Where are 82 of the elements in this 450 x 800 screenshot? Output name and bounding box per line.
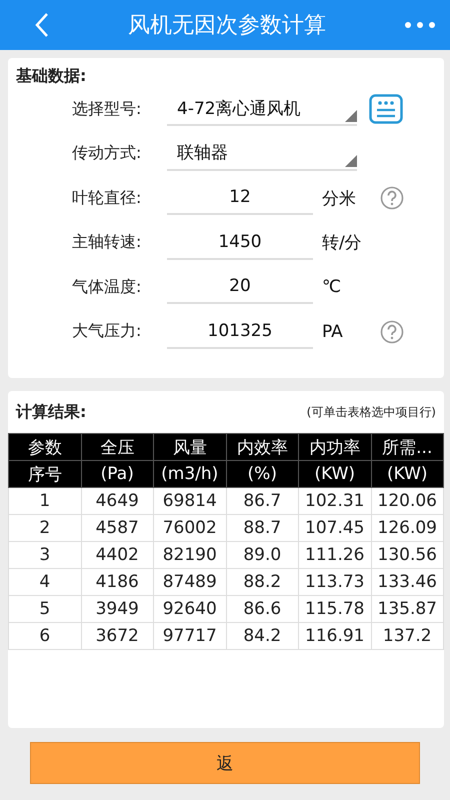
unit-label: 分米 <box>322 188 357 210</box>
table-cell: 130.56 <box>371 542 444 568</box>
table-cell: 1 <box>8 488 81 514</box>
column-header: 参数 <box>8 434 81 460</box>
section-title: 基础数据: <box>15 66 86 87</box>
column-header: (Pa) <box>81 460 154 488</box>
table-row[interactable]: 2 4587 76002 88.7 107.45 126.09 <box>8 514 444 542</box>
column-header: 序号 <box>8 460 81 488</box>
table-cell: 4402 <box>81 542 154 568</box>
table-cell: 76002 <box>154 514 226 542</box>
column-header: (KW) <box>371 460 444 488</box>
help-icon[interactable] <box>380 186 404 210</box>
table-cell: 133.46 <box>371 568 444 596</box>
table-row[interactable]: 6 3672 97717 84.2 116.91 137.2 <box>8 622 444 650</box>
table-cell: 4649 <box>81 488 154 514</box>
table-cell: 5 <box>8 596 81 622</box>
field-label: 主轴转速: <box>72 232 142 254</box>
dropdown[interactable]: 联轴器 <box>167 136 357 171</box>
page-title: 风机无因次参数计算 <box>127 12 327 40</box>
table-cell: 135.87 <box>371 596 444 622</box>
section-title: 计算结果: <box>14 402 86 422</box>
table-cell: 88.2 <box>226 568 298 596</box>
table-cell: 126.09 <box>371 514 444 542</box>
table-cell: 102.31 <box>298 488 371 514</box>
field-label: 大气压力: <box>72 321 142 342</box>
table-row[interactable]: 3 4402 82190 89.0 111.26 130.56 <box>8 542 444 568</box>
back-button[interactable]: 返 <box>30 742 420 784</box>
table-cell: 4587 <box>81 514 154 542</box>
unit-label: PA <box>322 322 344 342</box>
table-cell: 86.7 <box>226 488 298 514</box>
table-cell: 3672 <box>81 622 154 650</box>
list-icon[interactable] <box>369 94 403 124</box>
column-header: 风量 <box>154 434 226 460</box>
help-icon[interactable] <box>380 320 404 344</box>
table-cell: 84.2 <box>226 622 298 650</box>
column-header: (m3/h) <box>154 460 226 488</box>
table-cell: 6 <box>8 622 81 650</box>
field-label: 叶轮直径: <box>72 188 142 209</box>
table-cell: 82190 <box>154 542 226 568</box>
more-icon[interactable] <box>404 21 436 29</box>
table-cell: 92640 <box>154 596 226 622</box>
table-cell: 87489 <box>154 568 226 596</box>
dropdown-arrow-icon <box>345 110 357 122</box>
table-row[interactable]: 1 4649 69814 86.7 102.31 120.06 <box>8 488 444 514</box>
field-label: 气体温度: <box>72 276 142 298</box>
table-cell: 4186 <box>81 568 154 596</box>
input-field[interactable]: 101325 <box>167 314 313 349</box>
table-cell: 89.0 <box>226 542 298 568</box>
input-field[interactable]: 12 <box>167 181 313 216</box>
table-cell: 113.73 <box>298 568 371 596</box>
field-label: 选择型号: <box>72 98 142 120</box>
table-cell: 97717 <box>154 622 226 650</box>
field-label: 传动方式: <box>72 143 142 164</box>
table-row[interactable]: 4 4186 87489 88.2 113.73 133.46 <box>8 568 444 596</box>
table-cell: 111.26 <box>298 542 371 568</box>
table-cell: 120.06 <box>371 488 444 514</box>
table-cell: 116.91 <box>298 622 371 650</box>
dropdown-arrow-icon <box>345 154 357 167</box>
column-header: (%) <box>226 460 298 488</box>
input-field[interactable]: 1450 <box>167 226 313 260</box>
table-cell: 88.7 <box>226 514 298 542</box>
column-header: 内功率 <box>298 434 371 460</box>
column-header: 内效率 <box>226 434 298 460</box>
dropdown[interactable]: 4-72离心通风机 <box>167 92 357 126</box>
table-row[interactable]: 5 3949 92640 86.6 115.78 135.87 <box>8 596 444 622</box>
hint-text: (可单击表格选中项目行) <box>306 404 436 420</box>
column-header: 全压 <box>81 434 154 460</box>
table-cell: 86.6 <box>226 596 298 622</box>
input-field[interactable]: 20 <box>167 270 313 304</box>
table-cell: 3 <box>8 542 81 568</box>
column-header: 所需... <box>371 434 444 460</box>
unit-label: ℃ <box>322 277 342 298</box>
table-cell: 137.2 <box>371 622 444 650</box>
table-cell: 4 <box>8 568 81 596</box>
table-cell: 69814 <box>154 488 226 514</box>
back-icon[interactable] <box>34 12 50 38</box>
unit-label: 转/分 <box>322 232 363 254</box>
table-cell: 107.45 <box>298 514 371 542</box>
table-cell: 115.78 <box>298 596 371 622</box>
table-cell: 3949 <box>81 596 154 622</box>
column-header: (KW) <box>298 460 371 488</box>
table-cell: 2 <box>8 514 81 542</box>
